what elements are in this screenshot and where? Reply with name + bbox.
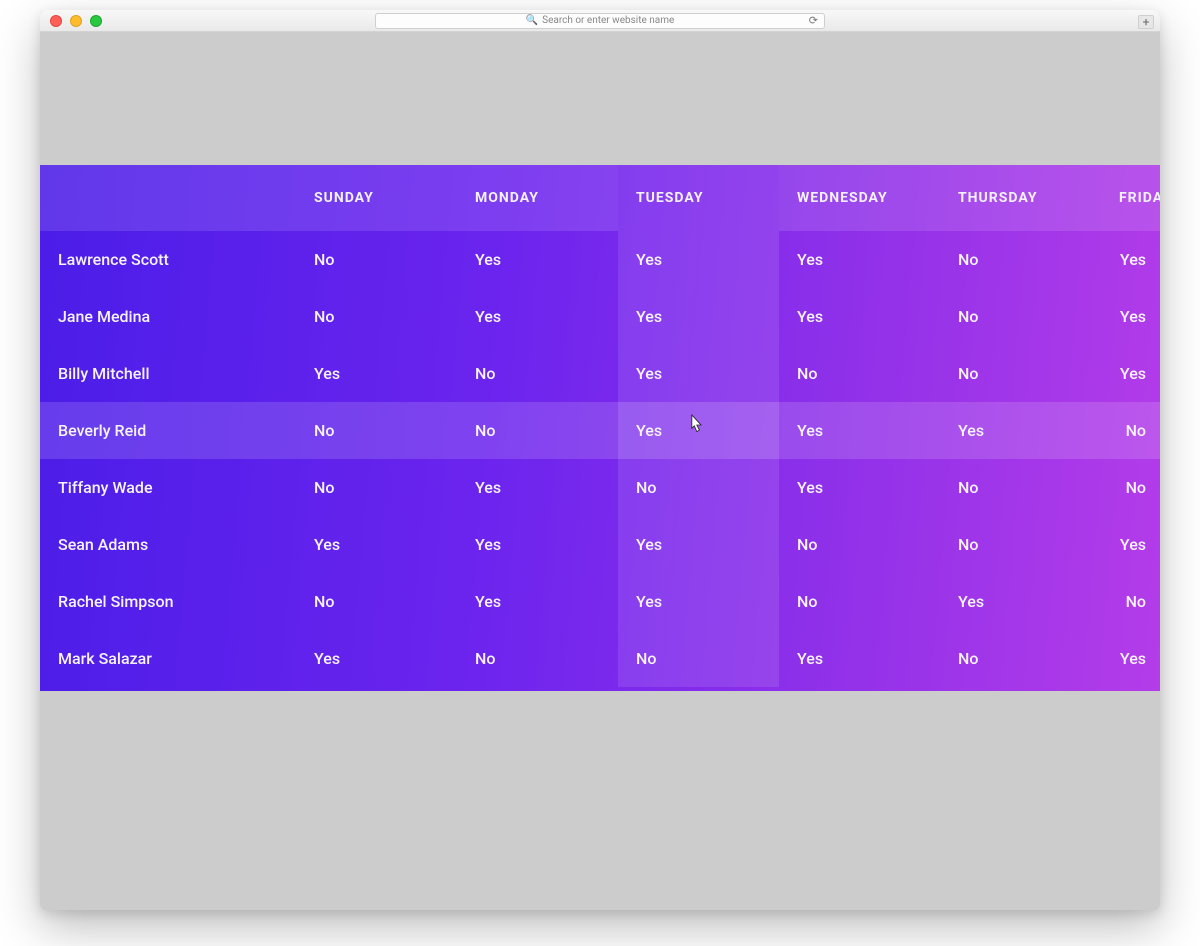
- row-day-cell: Yes: [457, 288, 618, 345]
- table-header-name: [40, 165, 296, 231]
- row-day-cell: Yes: [618, 573, 779, 630]
- row-day-cell: No: [940, 459, 1101, 516]
- row-day-cell: No: [296, 288, 457, 345]
- row-day-cell: No: [940, 288, 1101, 345]
- row-day-cell: Yes: [457, 459, 618, 516]
- row-day-cell: Yes: [618, 345, 779, 402]
- row-name-cell: Sean Adams: [40, 516, 296, 573]
- table-header-day: THURSDAY: [940, 165, 1101, 231]
- row-name-cell: Beverly Reid: [40, 402, 296, 459]
- row-day-cell: Yes: [779, 630, 940, 687]
- table-row[interactable]: Mark SalazarYesNoNoYesNoYes: [40, 630, 1160, 687]
- row-day-cell: Yes: [779, 402, 940, 459]
- table-header-day: SUNDAY: [296, 165, 457, 231]
- maximize-window-button[interactable]: [90, 15, 102, 27]
- table-row[interactable]: Rachel SimpsonNoYesYesNoYesNo: [40, 573, 1160, 630]
- table-row[interactable]: Beverly ReidNoNoYesYesYesNo: [40, 402, 1160, 459]
- table-row[interactable]: Tiffany WadeNoYesNoYesNoNo: [40, 459, 1160, 516]
- table-header-day: TUESDAY: [618, 165, 779, 231]
- schedule-table-container: SUNDAYMONDAYTUESDAYWEDNESDAYTHURSDAYFRID…: [40, 165, 1160, 691]
- row-name-cell: Mark Salazar: [40, 630, 296, 687]
- row-day-cell: No: [457, 630, 618, 687]
- row-day-cell: Yes: [1101, 231, 1160, 288]
- row-day-cell: No: [940, 345, 1101, 402]
- address-bar[interactable]: 🔍 Search or enter website name ⟳: [375, 13, 825, 29]
- row-day-cell: No: [1101, 459, 1160, 516]
- table-row[interactable]: Billy MitchellYesNoYesNoNoYes: [40, 345, 1160, 402]
- row-day-cell: No: [940, 516, 1101, 573]
- row-day-cell: Yes: [618, 288, 779, 345]
- row-day-cell: No: [618, 459, 779, 516]
- row-name-cell: Tiffany Wade: [40, 459, 296, 516]
- row-day-cell: Yes: [296, 630, 457, 687]
- row-day-cell: No: [457, 345, 618, 402]
- table-row[interactable]: Sean AdamsYesYesYesNoNoYes: [40, 516, 1160, 573]
- row-day-cell: No: [779, 516, 940, 573]
- row-day-cell: Yes: [1101, 345, 1160, 402]
- row-name-cell: Billy Mitchell: [40, 345, 296, 402]
- row-day-cell: Yes: [779, 459, 940, 516]
- close-window-button[interactable]: [50, 15, 62, 27]
- row-day-cell: Yes: [457, 516, 618, 573]
- row-day-cell: Yes: [940, 402, 1101, 459]
- browser-content: SUNDAYMONDAYTUESDAYWEDNESDAYTHURSDAYFRID…: [40, 32, 1160, 910]
- row-day-cell: Yes: [1101, 630, 1160, 687]
- minimize-window-button[interactable]: [70, 15, 82, 27]
- row-day-cell: No: [1101, 402, 1160, 459]
- row-day-cell: Yes: [1101, 516, 1160, 573]
- row-day-cell: Yes: [618, 231, 779, 288]
- row-day-cell: No: [940, 630, 1101, 687]
- row-name-cell: Rachel Simpson: [40, 573, 296, 630]
- row-name-cell: Lawrence Scott: [40, 231, 296, 288]
- table-header-day: WEDNESDAY: [779, 165, 940, 231]
- table-header-row: SUNDAYMONDAYTUESDAYWEDNESDAYTHURSDAYFRID…: [40, 165, 1160, 231]
- row-day-cell: Yes: [457, 231, 618, 288]
- row-day-cell: No: [296, 231, 457, 288]
- new-tab-button[interactable]: +: [1138, 15, 1154, 29]
- table-row[interactable]: Lawrence ScottNoYesYesYesNoYes: [40, 231, 1160, 288]
- row-day-cell: No: [296, 573, 457, 630]
- window-controls: [50, 15, 102, 27]
- row-day-cell: No: [618, 630, 779, 687]
- row-day-cell: Yes: [618, 516, 779, 573]
- row-day-cell: Yes: [296, 516, 457, 573]
- row-name-cell: Jane Medina: [40, 288, 296, 345]
- table-header-day: MONDAY: [457, 165, 618, 231]
- row-day-cell: Yes: [457, 573, 618, 630]
- address-bar-placeholder: Search or enter website name: [542, 15, 674, 26]
- row-day-cell: No: [940, 231, 1101, 288]
- row-day-cell: No: [779, 345, 940, 402]
- table-header-day: FRIDAY: [1101, 165, 1160, 231]
- browser-titlebar: 🔍 Search or enter website name ⟳ +: [40, 10, 1160, 32]
- row-day-cell: No: [296, 459, 457, 516]
- row-day-cell: No: [1101, 573, 1160, 630]
- table-row[interactable]: Jane MedinaNoYesYesYesNoYes: [40, 288, 1160, 345]
- row-day-cell: Yes: [296, 345, 457, 402]
- row-day-cell: No: [457, 402, 618, 459]
- schedule-table: SUNDAYMONDAYTUESDAYWEDNESDAYTHURSDAYFRID…: [40, 165, 1160, 687]
- refresh-icon[interactable]: ⟳: [809, 14, 818, 27]
- search-icon: 🔍: [526, 15, 538, 26]
- row-day-cell: Yes: [1101, 288, 1160, 345]
- row-day-cell: No: [779, 573, 940, 630]
- row-day-cell: Yes: [618, 402, 779, 459]
- row-day-cell: Yes: [779, 288, 940, 345]
- browser-window: 🔍 Search or enter website name ⟳ + SUNDA…: [40, 10, 1160, 910]
- row-day-cell: Yes: [779, 231, 940, 288]
- row-day-cell: No: [296, 402, 457, 459]
- row-day-cell: Yes: [940, 573, 1101, 630]
